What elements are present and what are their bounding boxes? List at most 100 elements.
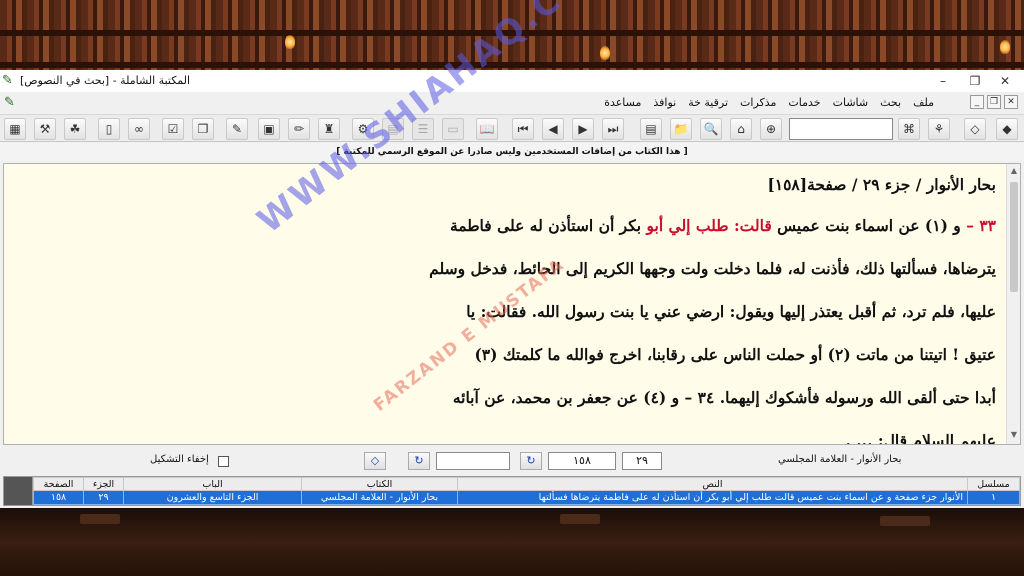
- refresh-part-button[interactable]: ↻: [408, 452, 430, 470]
- tools-icon[interactable]: ⚒: [34, 118, 56, 140]
- part-number-input[interactable]: ٢٩: [622, 452, 662, 470]
- column-header-serial[interactable]: مسلسل: [967, 477, 1020, 491]
- tree-icon[interactable]: ⚘: [928, 118, 950, 140]
- picture-icon[interactable]: ▣: [258, 118, 280, 140]
- menu-notes[interactable]: مذكرات: [740, 96, 776, 109]
- refresh-page-button[interactable]: ↻: [520, 452, 542, 470]
- find-icon[interactable]: 🔍: [700, 118, 722, 140]
- stamp-icon[interactable]: ♜: [318, 118, 340, 140]
- menu-upgrade[interactable]: ترقية خة: [688, 96, 728, 109]
- candle-light: [285, 35, 295, 49]
- hide-diacritics-label: إخفاء التشكيل: [150, 454, 209, 465]
- cell-book: بحار الأنوار - العلامة المجلسي: [301, 490, 458, 505]
- menu-help[interactable]: مساعدة: [604, 96, 641, 109]
- table-row[interactable]: ١ الأنوار جزء صفحة و عن اسماء بنت عميس ق…: [33, 490, 1020, 505]
- text-segment: بكر أن استأذن له على فاطمة: [449, 216, 647, 235]
- new-document-icon[interactable]: ▯: [98, 118, 120, 140]
- hide-diacritics-checkbox[interactable]: [218, 456, 229, 467]
- index-icon[interactable]: ▤: [640, 118, 662, 140]
- leaf-icon[interactable]: ☘: [64, 118, 86, 140]
- column-header-part[interactable]: الجزء: [83, 477, 124, 491]
- minimize-button[interactable]: –: [934, 72, 952, 90]
- mdi-controls: _ ❐ ✕: [970, 95, 1018, 109]
- menu-windows[interactable]: نوافذ: [653, 96, 676, 109]
- text-line: يترضاها، فسألتها ذلك، فأذنت له، فلما دخل…: [429, 259, 996, 278]
- bookmark-icon[interactable]: ⌘: [898, 118, 920, 140]
- cell-chapter: الجزء التاسع والعشرون: [123, 490, 302, 505]
- table-header-row: مسلسل النص الكتاب الباب الجزء الصفحة: [33, 477, 1020, 491]
- current-book-label: بحار الأنوار - العلامة المجلسي: [778, 454, 902, 465]
- background-floor: [0, 508, 1024, 576]
- first-page-icon[interactable]: ⏮: [512, 118, 534, 140]
- cell-page: ١٥٨: [33, 490, 84, 505]
- document-pen-icon: ✎: [4, 95, 15, 110]
- stool: [880, 516, 930, 526]
- previous-page-icon[interactable]: ◀: [542, 118, 564, 140]
- restore-button[interactable]: ❐: [966, 72, 984, 90]
- column-header-book[interactable]: الكتاب: [301, 477, 458, 491]
- search-term-input[interactable]: [436, 452, 510, 470]
- book-view-icon[interactable]: ◇: [364, 452, 386, 470]
- copy-icon[interactable]: ❐: [192, 118, 214, 140]
- menu-search[interactable]: بحث: [880, 96, 901, 109]
- mdi-close-button[interactable]: ✕: [1004, 95, 1018, 109]
- binoculars-icon[interactable]: ∞: [128, 118, 150, 140]
- shelf-divider: [0, 62, 1024, 68]
- mdi-minimize-button[interactable]: _: [970, 95, 984, 109]
- close-button[interactable]: ✕: [996, 72, 1014, 90]
- menu-screens[interactable]: شاشات: [833, 96, 869, 109]
- scroll-down-arrow-icon[interactable]: ▼: [1007, 430, 1020, 442]
- column-header-page[interactable]: الصفحة: [33, 477, 84, 491]
- scroll-thumb[interactable]: [1010, 182, 1018, 292]
- highlighted-text: قالت: طلب إلي أبو: [646, 216, 772, 235]
- disabled-view-icon[interactable]: ▭: [442, 118, 464, 140]
- menu-services[interactable]: خدمات: [788, 96, 820, 109]
- title-bar: ✎ المكتبة الشاملة - [بحث في النصوص] – ❐ …: [0, 70, 1024, 92]
- mdi-restore-button[interactable]: ❐: [987, 95, 1001, 109]
- text-line: عليهم السلام قال: ... .: [845, 431, 996, 445]
- menu-file[interactable]: ملف: [913, 96, 934, 109]
- navigation-bar: إخفاء التشكيل ◇ ↻ ↻ ١٥٨ ٢٩ بحار الأنوار …: [0, 448, 1024, 474]
- cell-text: الأنوار جزء صفحة و عن اسماء بنت عميس قال…: [457, 490, 968, 505]
- pencil-icon[interactable]: ✏: [288, 118, 310, 140]
- checklist-icon[interactable]: ☑: [162, 118, 184, 140]
- page-number-input[interactable]: ١٥٨: [548, 452, 616, 470]
- text-line: عليها، فلم ترد، ثم أقبل يعتذر إليها ويقو…: [466, 302, 996, 321]
- page-heading: بحار الأنوار / جزء ٢٩ / صفحة[١٥٨]: [767, 175, 996, 194]
- book-content: بحار الأنوار / جزء ٢٩ / صفحة[١٥٨] ٣٣ – و…: [296, 170, 996, 445]
- vertical-scrollbar[interactable]: ▲ ▼: [1006, 164, 1020, 444]
- stool: [80, 514, 120, 524]
- scroll-up-arrow-icon[interactable]: ▲: [1007, 166, 1020, 178]
- results-grid[interactable]: مسلسل النص الكتاب الباب الجزء الصفحة ١ ا…: [33, 476, 1021, 506]
- user-book-notice: [ هذا الكتاب من إضافات المستخدمين وليس ص…: [0, 143, 1024, 161]
- folder-icon[interactable]: 📁: [670, 118, 692, 140]
- candle-light: [1000, 40, 1010, 54]
- column-header-chapter[interactable]: الباب: [123, 477, 302, 491]
- candle-light: [600, 46, 610, 60]
- text-segment: و (١) عن اسماء بنت عميس: [771, 216, 961, 235]
- toolbar: ▦ ⚒ ☘ ▯ ∞ ☑ ❐ ✎ ▣ ✏ ♜ ⚙ ▤ ☰ ▭ 📖 ⏮ ◀ ▶ ⏭ …: [0, 114, 1024, 142]
- calculator-icon[interactable]: ▦: [4, 118, 26, 140]
- book-pen-icon: ✎: [2, 73, 13, 88]
- search-page-icon[interactable]: ⊕: [760, 118, 782, 140]
- window-title: المكتبة الشاملة - [بحث في النصوص]: [20, 74, 191, 87]
- closed-book-icon[interactable]: ◆: [996, 118, 1018, 140]
- open-book-outline-icon[interactable]: ◇: [964, 118, 986, 140]
- cell-part: ٢٩: [83, 490, 124, 505]
- hadith-number: ٣٣ –: [960, 216, 996, 235]
- menu-items: ملف بحث شاشات خدمات مذكرات ترقية خة نواف…: [604, 96, 934, 109]
- open-book-icon[interactable]: 📖: [476, 118, 498, 140]
- cell-serial: ١: [967, 490, 1020, 505]
- next-page-icon[interactable]: ▶: [572, 118, 594, 140]
- results-table: مسلسل النص الكتاب الباب الجزء الصفحة ١ ا…: [33, 477, 1020, 505]
- row-header: [3, 476, 33, 506]
- stool: [560, 514, 600, 524]
- menu-bar: ✎ ملف بحث شاشات خدمات مذكرات ترقية خة نو…: [0, 92, 1024, 114]
- text-line: ٣٣ – و (١) عن اسماء بنت عميس قالت: طلب إ…: [296, 204, 996, 247]
- toolbar-search-input[interactable]: [789, 118, 893, 140]
- column-header-text[interactable]: النص: [457, 477, 968, 491]
- library-icon[interactable]: ⌂: [730, 118, 752, 140]
- text-line: عتيق ! اتيتنا من ماتت (٢) أو حملت الناس …: [474, 345, 996, 364]
- last-page-icon[interactable]: ⏭: [602, 118, 624, 140]
- edit-document-icon[interactable]: ✎: [226, 118, 248, 140]
